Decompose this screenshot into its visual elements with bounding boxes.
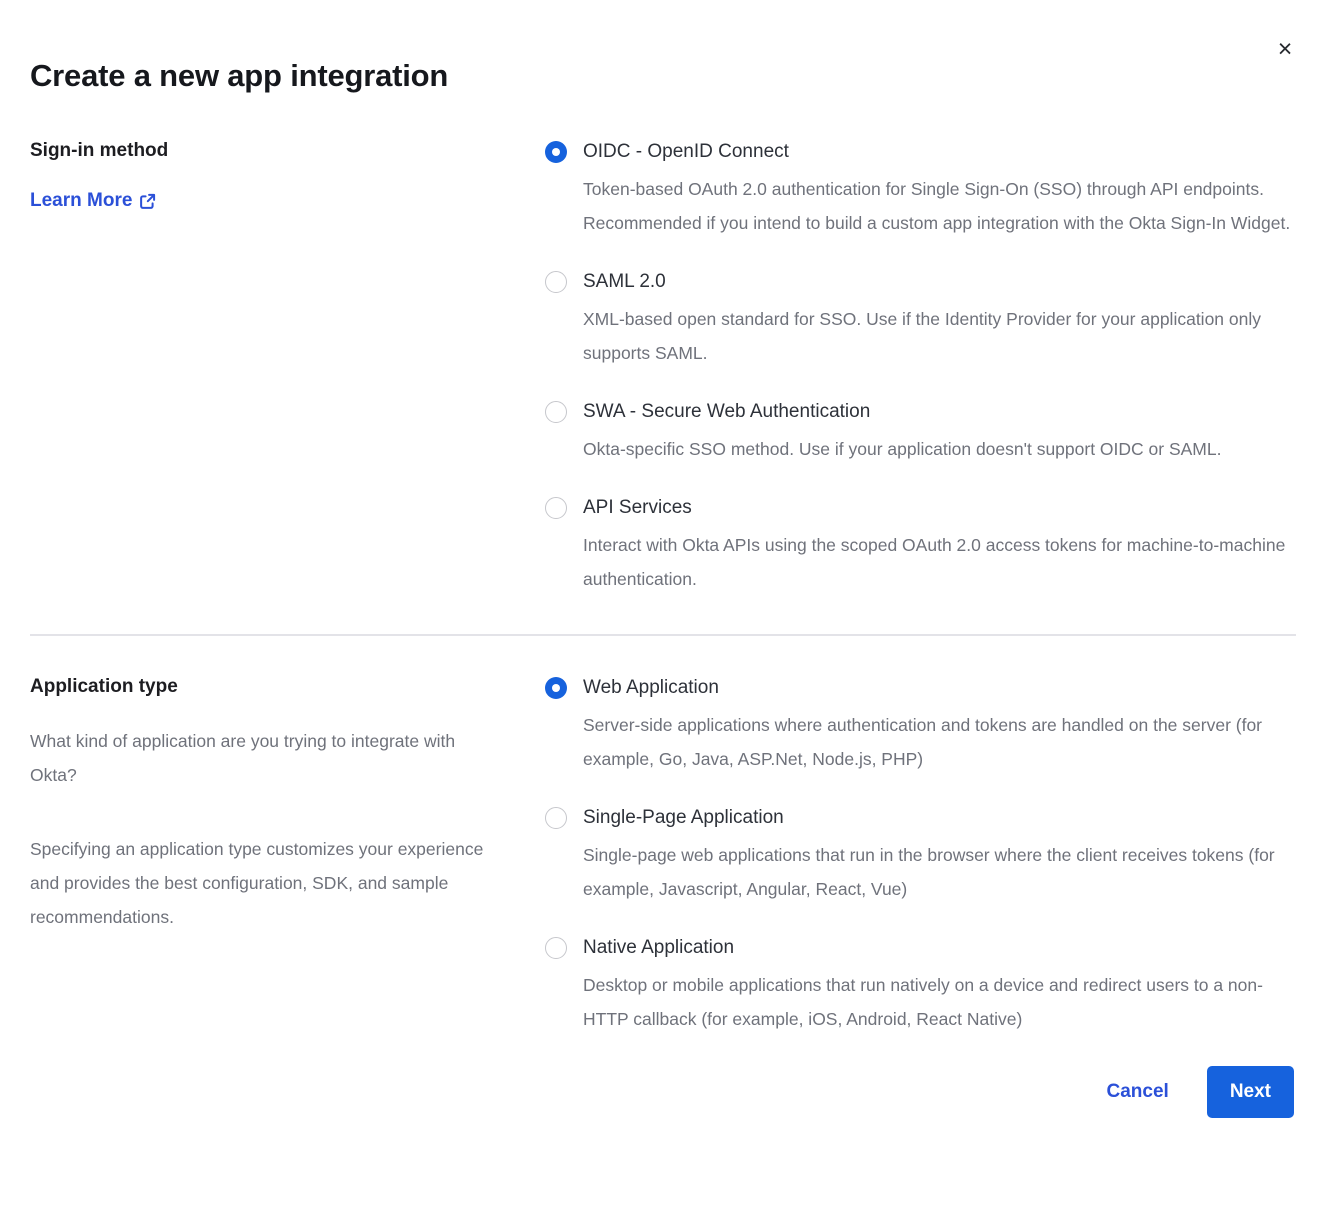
radio-oidc[interactable] [545,141,567,163]
dialog-footer: Cancel Next [30,1066,1296,1118]
option-single-page-application-description: Single-page web applications that run in… [583,838,1296,906]
radio-swa[interactable] [545,401,567,423]
radio-saml[interactable] [545,271,567,293]
option-oidc: OIDC - OpenID Connect Token-based OAuth … [545,140,1296,240]
radio-api-services[interactable] [545,497,567,519]
option-swa-description: Okta-specific SSO method. Use if your ap… [583,432,1221,466]
signin-options: OIDC - OpenID Connect Token-based OAuth … [545,140,1296,596]
option-native-application: Native Application Desktop or mobile app… [545,936,1296,1036]
option-native-application-description: Desktop or mobile applications that run … [583,968,1296,1036]
section-divider [30,634,1296,636]
option-web-application: Web Application Server-side applications… [545,676,1296,776]
create-app-integration-dialog: × Create a new app integration Sign-in m… [0,0,1332,1162]
option-native-application-label[interactable]: Native Application [583,936,1296,960]
option-oidc-label[interactable]: OIDC - OpenID Connect [583,140,1296,164]
option-single-page-application-label[interactable]: Single-Page Application [583,806,1296,830]
close-icon[interactable]: × [1270,34,1300,64]
radio-web-application[interactable] [545,677,567,699]
option-saml: SAML 2.0 XML-based open standard for SSO… [545,270,1296,370]
signin-method-heading: Sign-in method [30,140,505,162]
radio-single-page-application[interactable] [545,807,567,829]
option-web-application-description: Server-side applications where authentic… [583,708,1296,776]
option-saml-description: XML-based open standard for SSO. Use if … [583,302,1296,370]
option-saml-label[interactable]: SAML 2.0 [583,270,1296,294]
option-single-page-application: Single-Page Application Single-page web … [545,806,1296,906]
option-web-application-label[interactable]: Web Application [583,676,1296,700]
signin-method-section: Sign-in method Learn More OIDC - OpenID … [30,140,1296,596]
option-api-services-label[interactable]: API Services [583,496,1296,520]
option-api-services-description: Interact with Okta APIs using the scoped… [583,528,1296,596]
external-link-icon [139,193,156,210]
cancel-button[interactable]: Cancel [1107,1081,1169,1103]
apptype-options: Web Application Server-side applications… [545,676,1296,1036]
radio-native-application[interactable] [545,937,567,959]
option-oidc-description: Token-based OAuth 2.0 authentication for… [583,172,1296,240]
apptype-left-column: Application type What kind of applicatio… [30,676,545,934]
learn-more-link[interactable]: Learn More [30,190,156,212]
apptype-note-text: Specifying an application type customize… [30,832,505,934]
page-title: Create a new app integration [30,58,1296,94]
option-swa: SWA - Secure Web Authentication Okta-spe… [545,400,1296,466]
option-api-services: API Services Interact with Okta APIs usi… [545,496,1296,596]
signin-left-column: Sign-in method Learn More [30,140,545,212]
next-button[interactable]: Next [1207,1066,1294,1118]
application-type-heading: Application type [30,676,505,698]
learn-more-label: Learn More [30,190,132,212]
application-type-section: Application type What kind of applicatio… [30,676,1296,1036]
option-swa-label[interactable]: SWA - Secure Web Authentication [583,400,1221,424]
apptype-intro-text: What kind of application are you trying … [30,724,505,792]
